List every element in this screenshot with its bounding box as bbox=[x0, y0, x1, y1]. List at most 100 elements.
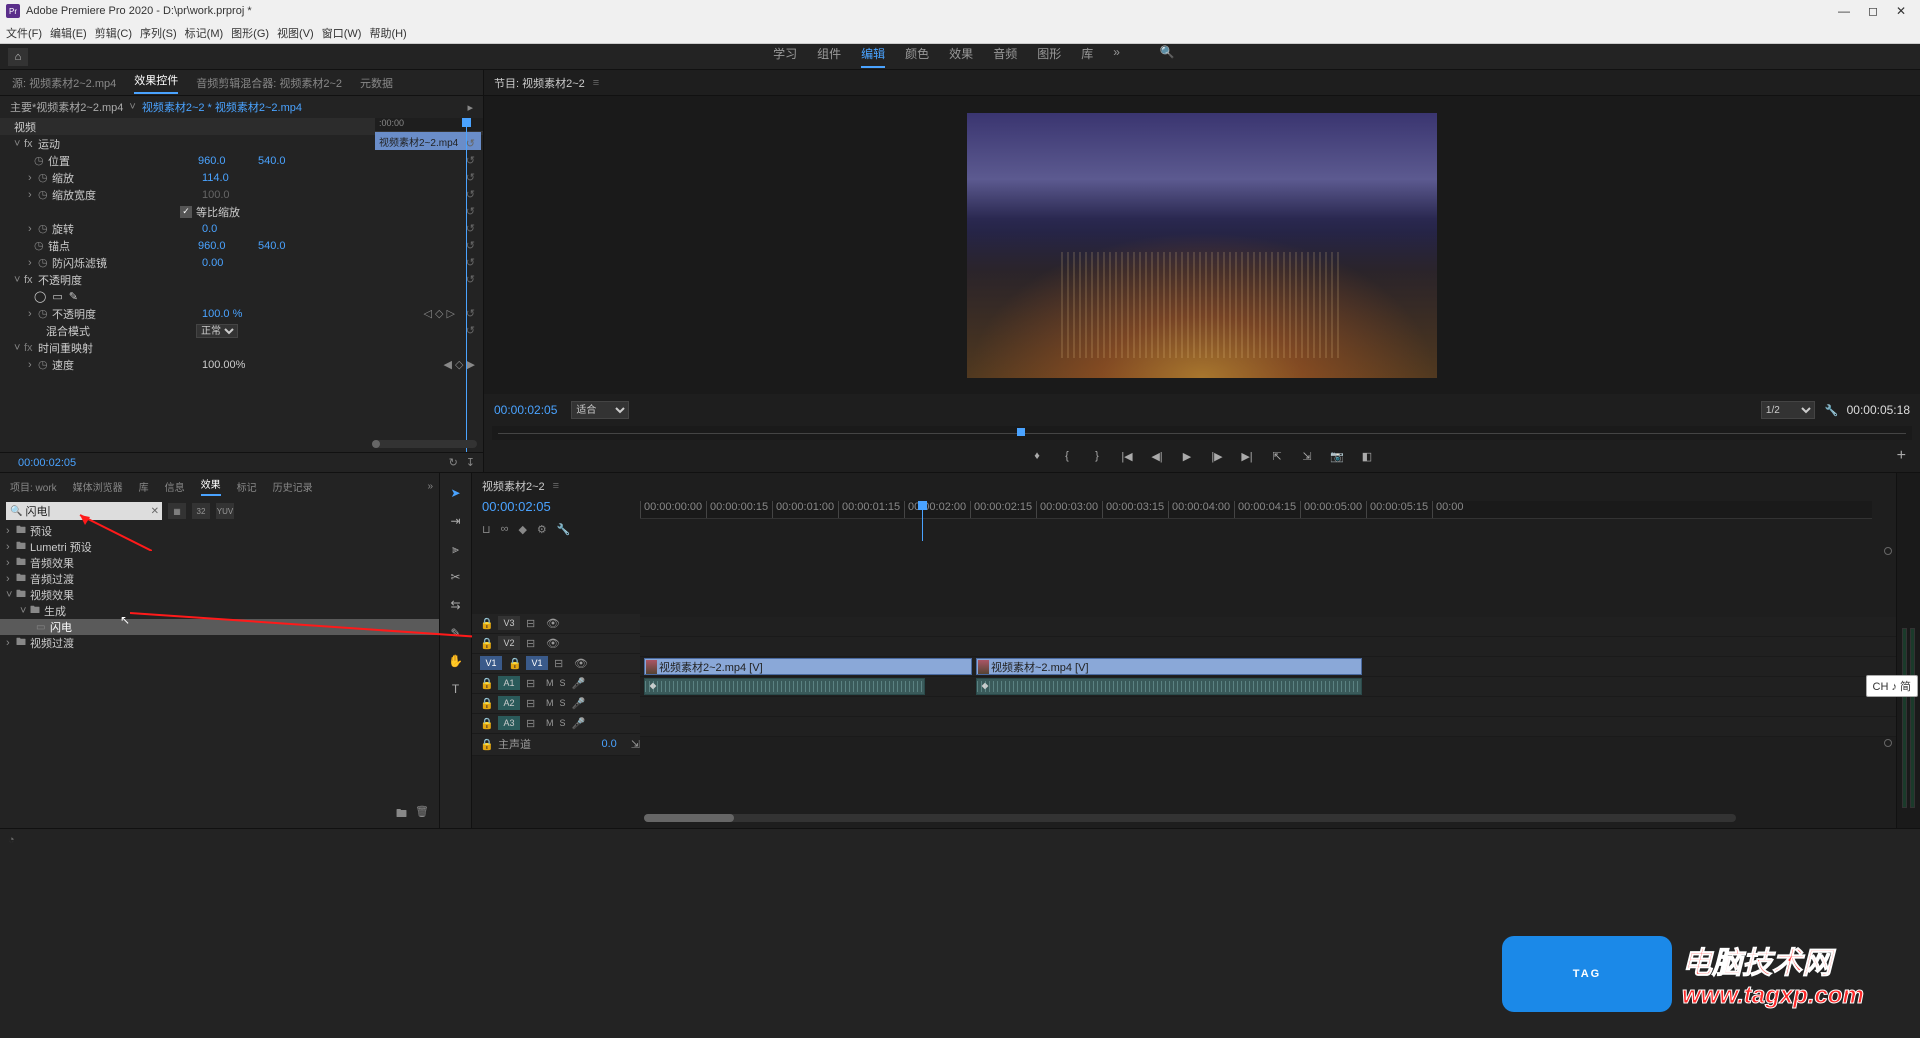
tool-ripple[interactable]: ⫸ bbox=[446, 539, 466, 559]
lift-button[interactable]: ⇱ bbox=[1267, 447, 1287, 465]
sync-lock-icon[interactable]: ⊟ bbox=[554, 657, 568, 670]
mic-icon[interactable]: 🎤 bbox=[572, 717, 586, 730]
track-a2[interactable]: A2 bbox=[498, 696, 520, 710]
program-preview[interactable] bbox=[967, 113, 1437, 378]
value-anchor-x[interactable]: 960.0 bbox=[198, 240, 238, 252]
settings-icon[interactable]: 🔧 bbox=[1825, 404, 1839, 417]
reset-icon[interactable]: ↺ bbox=[466, 239, 475, 252]
value-pos-x[interactable]: 960.0 bbox=[198, 155, 238, 167]
menu-graphics[interactable]: 图形(G) bbox=[231, 25, 269, 41]
lane-a2[interactable] bbox=[640, 697, 1896, 717]
stopwatch-icon[interactable]: ◷ bbox=[38, 256, 50, 269]
wrench-icon[interactable]: 🔧 bbox=[557, 523, 571, 536]
workspace-learn[interactable]: 学习 bbox=[773, 45, 797, 68]
go-out-button[interactable]: ▶| bbox=[1237, 447, 1257, 465]
mask-rect-icon[interactable]: ▭ bbox=[52, 290, 62, 303]
reset-icon[interactable]: ↺ bbox=[466, 171, 475, 184]
menu-view[interactable]: 视图(V) bbox=[277, 25, 314, 41]
menu-edit[interactable]: 编辑(E) bbox=[50, 25, 87, 41]
reset-icon[interactable]: ↺ bbox=[466, 205, 475, 218]
add-marker-button[interactable]: ♦ bbox=[1027, 447, 1047, 465]
tree-presets[interactable]: 预设 bbox=[30, 523, 52, 539]
tab-overflow[interactable]: » bbox=[427, 481, 433, 492]
compare-button[interactable]: ◧ bbox=[1357, 447, 1377, 465]
clip-video-1[interactable]: 视频素材2~2.mp4 [V] bbox=[644, 658, 972, 675]
expand-icon[interactable]: ⇲ bbox=[631, 738, 640, 751]
workspace-color[interactable]: 颜色 bbox=[905, 45, 929, 68]
reset-icon[interactable]: ↺ bbox=[466, 324, 475, 337]
tree-generate[interactable]: 生成 bbox=[44, 603, 66, 619]
tab-media-browser[interactable]: 媒体浏览器 bbox=[73, 479, 123, 494]
value-scale[interactable]: 114.0 bbox=[202, 172, 242, 184]
track-marker-o[interactable] bbox=[1884, 547, 1892, 555]
reset-icon[interactable]: ↺ bbox=[466, 188, 475, 201]
program-playhead[interactable] bbox=[1017, 428, 1025, 436]
tab-info[interactable]: 信息 bbox=[165, 479, 185, 494]
lane-a1[interactable] bbox=[640, 677, 1896, 697]
link-icon[interactable]: ∞ bbox=[501, 523, 509, 535]
menu-clip[interactable]: 剪辑(C) bbox=[95, 25, 132, 41]
reset-motion-icon[interactable]: ↺ bbox=[466, 137, 475, 150]
blend-select[interactable]: 正常 bbox=[196, 324, 238, 338]
stopwatch-icon[interactable]: ◷ bbox=[38, 358, 50, 371]
track-v1[interactable]: V1 bbox=[526, 656, 548, 670]
filter-yuv-icon[interactable]: YUV bbox=[216, 503, 234, 519]
tool-slip[interactable]: ⇆ bbox=[446, 595, 466, 615]
lock-icon[interactable]: 🔒 bbox=[480, 677, 492, 690]
workspace-overflow[interactable]: » bbox=[1113, 45, 1120, 68]
lane-a3[interactable] bbox=[640, 717, 1896, 737]
value-anchor-y[interactable]: 540.0 bbox=[258, 240, 286, 252]
export-icon[interactable]: ↧ bbox=[466, 456, 475, 469]
workspace-effects[interactable]: 效果 bbox=[949, 45, 973, 68]
checkbox-uniform[interactable]: ✓ bbox=[180, 206, 192, 218]
lane-v2[interactable] bbox=[640, 637, 1896, 657]
eye-icon[interactable]: 👁 bbox=[574, 657, 588, 670]
tree-audio-fx[interactable]: 音频效果 bbox=[30, 555, 74, 571]
step-back-button[interactable]: ◀| bbox=[1147, 447, 1167, 465]
mark-out-button[interactable]: } bbox=[1087, 447, 1107, 465]
res-select[interactable]: 1/2 bbox=[1761, 401, 1815, 419]
menu-sequence[interactable]: 序列(S) bbox=[140, 25, 177, 41]
menu-mark[interactable]: 标记(M) bbox=[185, 25, 224, 41]
tree-lumetri[interactable]: Lumetri 预设 bbox=[30, 539, 92, 555]
tool-track-select[interactable]: ⇥ bbox=[446, 511, 466, 531]
tool-razor[interactable]: ✂ bbox=[446, 567, 466, 587]
tab-project[interactable]: 项目: work bbox=[10, 479, 57, 494]
snap-icon[interactable]: ⊔ bbox=[482, 523, 491, 536]
clear-search-icon[interactable]: ✕ bbox=[151, 506, 159, 517]
value-speed[interactable]: 100.00% bbox=[202, 359, 245, 371]
effect-clip-path[interactable]: 视频素材2~2 * 视频素材2~2.mp4 bbox=[142, 99, 302, 115]
workspace-assembly[interactable]: 组件 bbox=[817, 45, 841, 68]
sync-lock-icon[interactable]: ⊟ bbox=[526, 637, 540, 650]
eye-icon[interactable]: 👁 bbox=[546, 617, 560, 630]
marker-settings-icon[interactable]: ◆ bbox=[518, 523, 526, 536]
lock-icon[interactable]: 🔒 bbox=[480, 738, 492, 751]
eye-icon[interactable]: 👁 bbox=[546, 637, 560, 650]
prop-time-remap[interactable]: 时间重映射 bbox=[38, 340, 188, 356]
reset-icon[interactable]: ↺ bbox=[466, 307, 475, 320]
value-flicker[interactable]: 0.00 bbox=[202, 257, 242, 269]
value-pos-y[interactable]: 540.0 bbox=[258, 155, 286, 167]
value-opacity[interactable]: 100.0 % bbox=[202, 308, 242, 320]
tab-effect-controls[interactable]: 效果控件 bbox=[134, 72, 178, 94]
tool-hand[interactable]: ✋ bbox=[446, 651, 466, 671]
stopwatch-icon[interactable]: ◷ bbox=[38, 222, 50, 235]
menu-help[interactable]: 帮助(H) bbox=[369, 25, 406, 41]
tab-metadata[interactable]: 元数据 bbox=[360, 75, 393, 91]
tool-pen[interactable]: ✎ bbox=[446, 623, 466, 643]
menu-file[interactable]: 文件(F) bbox=[6, 25, 42, 41]
tool-type[interactable]: T bbox=[446, 679, 466, 699]
lock-icon[interactable]: 🔒 bbox=[480, 637, 492, 650]
reset-icon[interactable]: ↺ bbox=[466, 256, 475, 269]
lock-icon[interactable]: 🔒 bbox=[480, 697, 492, 710]
track-a1[interactable]: A1 bbox=[498, 676, 520, 690]
track-v3[interactable]: V3 bbox=[498, 616, 520, 630]
minimize-button[interactable]: — bbox=[1838, 4, 1850, 18]
close-button[interactable]: ✕ bbox=[1896, 4, 1906, 18]
effects-search-input[interactable]: 🔍 闪电| ✕ bbox=[6, 502, 162, 520]
reset-icon[interactable]: ↺ bbox=[466, 154, 475, 167]
clip-audio-1b[interactable] bbox=[976, 678, 1362, 695]
effect-clip-master[interactable]: 主要*视频素材2~2.mp4 bbox=[10, 99, 123, 115]
maximize-button[interactable]: ◻ bbox=[1868, 4, 1878, 18]
sync-lock-icon[interactable]: ⊟ bbox=[526, 717, 540, 730]
